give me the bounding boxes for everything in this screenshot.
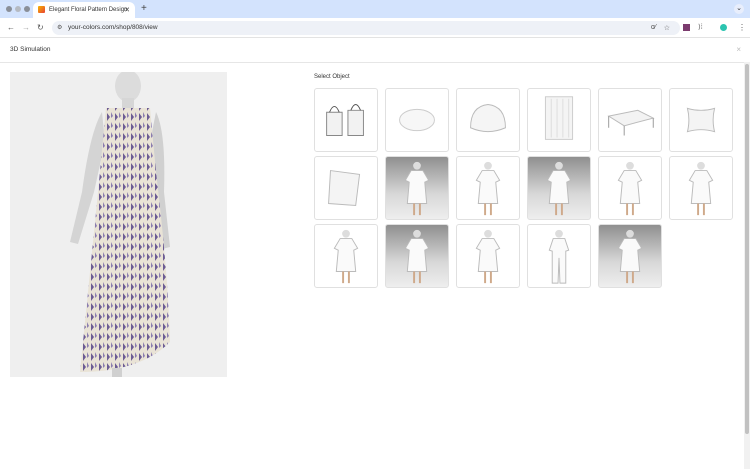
profile-avatar[interactable]: [720, 24, 727, 31]
tote-bags-thumbnail: [315, 89, 377, 151]
tab-bar: Elegant Floral Pattern Design ✕ + ⌄: [0, 0, 750, 18]
object-option-pillow[interactable]: [669, 88, 733, 152]
object-option-cushion[interactable]: [314, 156, 378, 220]
page-title: 3D Simulation: [10, 46, 50, 53]
object-option-tee-dress[interactable]: [598, 224, 662, 288]
back-icon[interactable]: ←: [7, 23, 15, 32]
pouf-thumbnail: [386, 89, 448, 151]
browser-tab[interactable]: Elegant Floral Pattern Design ✕: [33, 2, 135, 18]
object-grid: [314, 88, 733, 288]
object-option-midi-dress[interactable]: [385, 224, 449, 288]
bookmark-star-icon[interactable]: ☆: [664, 24, 670, 32]
url-input[interactable]: ⚙ your-colors.com/shop/808/view ɑ⁄ ☆: [52, 21, 680, 35]
object-option-slip-dress[interactable]: [456, 224, 520, 288]
select-object-label: Select Object: [314, 74, 350, 80]
tee-dress-thumbnail: [599, 225, 661, 287]
cushion-thumbnail: [315, 157, 377, 219]
object-option-curtain[interactable]: [527, 88, 591, 152]
jumpsuit-thumbnail: [528, 225, 590, 287]
shirt-dress-thumbnail: [457, 157, 519, 219]
wrap-dress-thumbnail: [386, 157, 448, 219]
object-option-tablecloth[interactable]: [598, 88, 662, 152]
menu-icon[interactable]: ⋮: [738, 23, 746, 32]
tshirt-dress-thumbnail: [528, 157, 590, 219]
long-sleeve-dress-thumbnail: [599, 157, 661, 219]
bean-bag-thumbnail: [457, 89, 519, 151]
object-option-short-dress[interactable]: [669, 156, 733, 220]
object-option-tshirt-dress[interactable]: [527, 156, 591, 220]
slip-dress-thumbnail: [457, 225, 519, 287]
tab-close-icon[interactable]: ✕: [124, 6, 130, 14]
object-option-shirt-dress[interactable]: [456, 156, 520, 220]
tab-search-icon[interactable]: ⌄: [734, 4, 744, 14]
short-dress-thumbnail: [670, 157, 732, 219]
window-minimize-dot[interactable]: [15, 6, 21, 12]
scrollbar-thumb[interactable]: [745, 64, 749, 434]
url-text: your-colors.com/shop/808/view: [68, 24, 158, 31]
translate-icon[interactable]: ɑ⁄: [651, 24, 656, 31]
extensions-puzzle-icon[interactable]: ⟩⁞: [698, 23, 703, 31]
midi-dress-thumbnail: [386, 225, 448, 287]
object-option-jumpsuit[interactable]: [527, 224, 591, 288]
object-option-wrap-dress[interactable]: [385, 156, 449, 220]
pillow-thumbnail: [670, 89, 732, 151]
address-bar-row: ← → ↻ ⚙ your-colors.com/shop/808/view ɑ⁄…: [0, 18, 750, 38]
divider: [0, 62, 744, 63]
object-option-bean-bag[interactable]: [456, 88, 520, 152]
object-option-long-sleeve-dress[interactable]: [598, 156, 662, 220]
forward-icon[interactable]: →: [22, 23, 30, 32]
window-maximize-dot[interactable]: [24, 6, 30, 12]
extension-icon[interactable]: [683, 24, 690, 31]
object-option-pouf[interactable]: [385, 88, 449, 152]
3d-preview[interactable]: [10, 72, 227, 377]
tablecloth-thumbnail: [599, 89, 661, 151]
site-info-icon[interactable]: ⚙: [57, 24, 62, 31]
dress-model-image: [10, 72, 227, 377]
curtain-thumbnail: [528, 89, 590, 151]
new-tab-button[interactable]: +: [141, 3, 147, 14]
object-option-tote-bags[interactable]: [314, 88, 378, 152]
long-sleeve-mini-thumbnail: [315, 225, 377, 287]
favicon-icon: [38, 6, 45, 13]
window-close-dot[interactable]: [6, 6, 12, 12]
object-option-long-sleeve-mini[interactable]: [314, 224, 378, 288]
tab-title: Elegant Floral Pattern Design: [49, 7, 127, 13]
close-icon[interactable]: ×: [736, 45, 741, 54]
reload-icon[interactable]: ↻: [37, 23, 44, 32]
